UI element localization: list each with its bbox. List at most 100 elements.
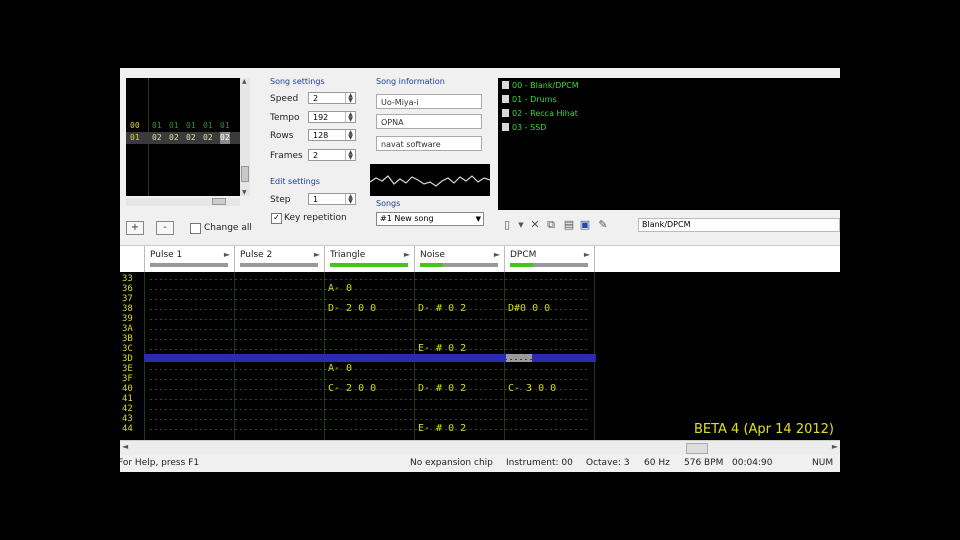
pattern-note[interactable]: E- # 0 2 xyxy=(418,424,466,434)
song-name-field[interactable]: Uo-Miya-i xyxy=(376,94,482,109)
key-repetition-checkbox[interactable]: ✓ xyxy=(271,213,282,224)
frame-row[interactable]: 00 01 01 01 01 01 xyxy=(126,120,240,132)
play-icon[interactable]: ► xyxy=(584,250,590,259)
load-instrument-icon[interactable]: ▤ xyxy=(562,218,576,232)
channel-header-2[interactable]: Triangle ► xyxy=(324,246,415,272)
spinner-arrows-icon[interactable]: ▲ ▼ xyxy=(345,130,355,141)
channel-header-4[interactable]: DPCM ► xyxy=(504,246,595,272)
pattern-note[interactable]: D#0 0 0 xyxy=(508,304,550,314)
row-number: 3C xyxy=(122,344,133,354)
frames-stepper[interactable]: 2 ▲ ▼ xyxy=(308,149,356,161)
scroll-right-icon[interactable]: ► xyxy=(832,442,838,451)
play-icon[interactable]: ► xyxy=(224,250,230,259)
new-instrument-icon[interactable]: ▯ xyxy=(500,218,514,232)
frame-list-hscrollbar[interactable] xyxy=(126,198,240,206)
pattern-hscroll-thumb[interactable] xyxy=(686,443,708,454)
scroll-left-icon[interactable]: ◄ xyxy=(122,442,128,451)
instrument-item[interactable]: 01 - Drums xyxy=(502,95,557,104)
row-number: 43 xyxy=(122,414,133,424)
status-octave: Octave: 3 xyxy=(586,458,630,468)
frame-hscroll-thumb[interactable] xyxy=(212,198,226,205)
tempo-label: Tempo xyxy=(270,113,300,123)
chevron-down-icon[interactable]: ▼ xyxy=(514,218,528,232)
save-instrument-icon[interactable]: ▣ xyxy=(578,218,592,232)
frame-cell[interactable]: 02 xyxy=(169,132,179,144)
song-settings-title: Song settings xyxy=(270,77,325,86)
status-rate: 60 Hz xyxy=(644,458,670,468)
frame-cell[interactable]: 01 xyxy=(203,120,213,132)
pattern-note[interactable]: E- # 0 2 xyxy=(418,344,466,354)
volume-meter xyxy=(150,263,228,267)
song-artist-field[interactable]: OPNA xyxy=(376,114,482,129)
empty-row-dots xyxy=(150,419,590,420)
spinner-arrows-icon[interactable]: ▲ ▼ xyxy=(345,194,355,205)
channel-header-1[interactable]: Pulse 2 ► xyxy=(234,246,325,272)
pattern-note[interactable]: A- 0 xyxy=(328,364,352,374)
remove-frame-button[interactable]: - xyxy=(156,221,174,235)
tempo-stepper[interactable]: 192 ▲ ▼ xyxy=(308,111,356,123)
pattern-editor[interactable]: BETA 4 (Apr 14 2012) 33 36 37 38 39 3A 3B 3C 3D 3… xyxy=(120,272,840,440)
frames-label: Frames xyxy=(270,151,303,161)
play-icon[interactable]: ► xyxy=(314,250,320,259)
scroll-up-icon[interactable]: ▲ xyxy=(242,78,247,85)
check-icon: ✓ xyxy=(273,213,280,222)
song-copyright-field[interactable]: navat software xyxy=(376,136,482,151)
songs-title: Songs xyxy=(376,199,401,208)
speed-stepper[interactable]: 2 ▲ ▼ xyxy=(308,92,356,104)
frame-list-scrollbar[interactable]: ▲ ▼ xyxy=(240,78,250,196)
pattern-note[interactable]: D- # 0 2 xyxy=(418,384,466,394)
row-number-header xyxy=(120,246,145,272)
clone-instrument-icon[interactable]: ⧉ xyxy=(544,218,558,232)
frame-cell[interactable]: 01 xyxy=(220,120,230,132)
spinner-arrows-icon[interactable]: ▲ ▼ xyxy=(345,93,355,104)
row-number: 3B xyxy=(122,334,133,344)
pattern-note[interactable]: C- 2 0 0 xyxy=(328,384,376,394)
remove-instrument-icon[interactable]: ✕ xyxy=(528,218,542,232)
rows-stepper[interactable]: 128 ▲ ▼ xyxy=(308,129,356,141)
pattern-note[interactable]: D- # 0 2 xyxy=(418,304,466,314)
frame-cell[interactable]: 02 xyxy=(220,132,230,144)
status-expansion: No expansion chip xyxy=(410,458,493,468)
pattern-note[interactable]: C- 3 0 0 xyxy=(508,384,556,394)
change-all-checkbox[interactable] xyxy=(190,223,201,234)
edit-instrument-icon[interactable]: ✎ xyxy=(596,218,610,232)
channel-name: Triangle xyxy=(330,250,366,260)
frame-cell[interactable]: 02 xyxy=(152,132,162,144)
instrument-name-field[interactable]: Blank/DPCM xyxy=(638,218,840,232)
instrument-item[interactable]: 00 - Blank/DPCM xyxy=(502,81,579,90)
volume-meter xyxy=(510,263,588,267)
channel-name: Pulse 1 xyxy=(150,250,183,260)
spinner-arrows-icon[interactable]: ▲ ▼ xyxy=(345,112,355,123)
song-select[interactable]: #1 New song ▼ xyxy=(376,212,484,226)
spinner-arrows-icon[interactable]: ▲ ▼ xyxy=(345,150,355,161)
play-icon[interactable]: ► xyxy=(494,250,500,259)
row-number: 37 xyxy=(122,294,133,304)
frame-cell[interactable]: 01 xyxy=(152,120,162,132)
status-bpm: 576 BPM xyxy=(684,458,724,468)
empty-row-dots xyxy=(150,399,590,400)
tempo-value: 192 xyxy=(313,113,329,122)
frame-list[interactable]: 00 01 01 01 01 01 01 02 02 02 02 02 xyxy=(126,78,240,196)
frame-cell[interactable]: 02 xyxy=(186,132,196,144)
instrument-list[interactable]: 00 - Blank/DPCM 01 - Drums 02 - Recca Hiha… xyxy=(498,78,840,210)
volume-meter-fill xyxy=(420,263,443,267)
step-stepper[interactable]: 1 ▲ ▼ xyxy=(308,193,356,205)
pattern-hscrollbar[interactable]: ◄ ► xyxy=(120,440,840,455)
channel-header-3[interactable]: Noise ► xyxy=(414,246,505,272)
add-frame-button[interactable]: + xyxy=(126,221,144,235)
instrument-icon xyxy=(502,81,509,89)
scroll-down-icon[interactable]: ▼ xyxy=(242,189,247,196)
frame-row[interactable]: 01 02 02 02 02 02 xyxy=(126,132,240,144)
channel-header-0[interactable]: Pulse 1 ► xyxy=(144,246,235,272)
instrument-item[interactable]: 03 - SSD xyxy=(502,123,546,132)
edit-settings-title: Edit settings xyxy=(270,177,320,186)
frame-cell[interactable]: 02 xyxy=(203,132,213,144)
frame-list-scroll-thumb[interactable] xyxy=(241,166,249,182)
frame-cell[interactable]: 01 xyxy=(186,120,196,132)
play-icon[interactable]: ► xyxy=(404,250,410,259)
pattern-note[interactable]: D- 2 0 0 xyxy=(328,304,376,314)
pattern-note[interactable]: A- 0 xyxy=(328,284,352,294)
empty-row-dots xyxy=(150,369,590,370)
frame-cell[interactable]: 01 xyxy=(169,120,179,132)
instrument-item[interactable]: 02 - Recca Hihat xyxy=(502,109,578,118)
